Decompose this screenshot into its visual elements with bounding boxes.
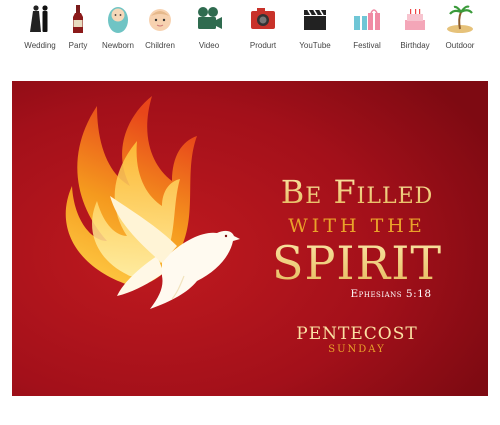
category-label: Video — [198, 41, 220, 50]
pentecost-banner[interactable]: Be Filled with the Spirit Ephesians 5:18… — [12, 81, 488, 396]
wine-bottle-icon — [73, 5, 83, 33]
category-video[interactable]: Video — [184, 0, 234, 62]
category-children[interactable]: Children — [135, 0, 185, 62]
banner-event: Pentecost — [296, 324, 417, 344]
gift-boxes-icon — [354, 9, 380, 30]
category-youtube[interactable]: YouTube — [290, 0, 340, 62]
category-label: Produrt — [249, 41, 277, 50]
banner-title-line1: Be Filled — [281, 173, 434, 211]
category-bar: Wedding Party Newborn Children Video Pro… — [0, 0, 500, 62]
banner-verse: Ephesians 5:18 — [350, 288, 431, 300]
baby-icon — [108, 7, 128, 33]
camera-icon — [251, 8, 275, 29]
category-label: YouTube — [299, 41, 331, 50]
category-label: Children — [145, 41, 175, 50]
banner-title-line3: Spirit — [272, 236, 442, 290]
wedding-couple-icon — [30, 5, 48, 32]
category-produrt[interactable]: Produrt — [238, 0, 288, 62]
category-festival[interactable]: Festival — [342, 0, 392, 62]
category-label: Festival — [353, 41, 381, 50]
banner-event-sub: Sunday — [328, 344, 385, 355]
banner-title-line2: with the — [288, 215, 425, 237]
category-birthday[interactable]: Birthday — [390, 0, 440, 62]
category-label: Outdoor — [445, 41, 475, 50]
film-camera-icon — [198, 7, 222, 29]
category-outdoor[interactable]: Outdoor — [435, 0, 485, 62]
birthday-cake-icon — [405, 9, 425, 30]
category-label: Birthday — [400, 41, 430, 50]
palm-island-icon — [447, 5, 473, 33]
child-face-icon — [149, 9, 171, 31]
clapperboard-icon — [304, 9, 326, 30]
banner-artwork: Be Filled with the Spirit Ephesians 5:18… — [12, 81, 488, 396]
